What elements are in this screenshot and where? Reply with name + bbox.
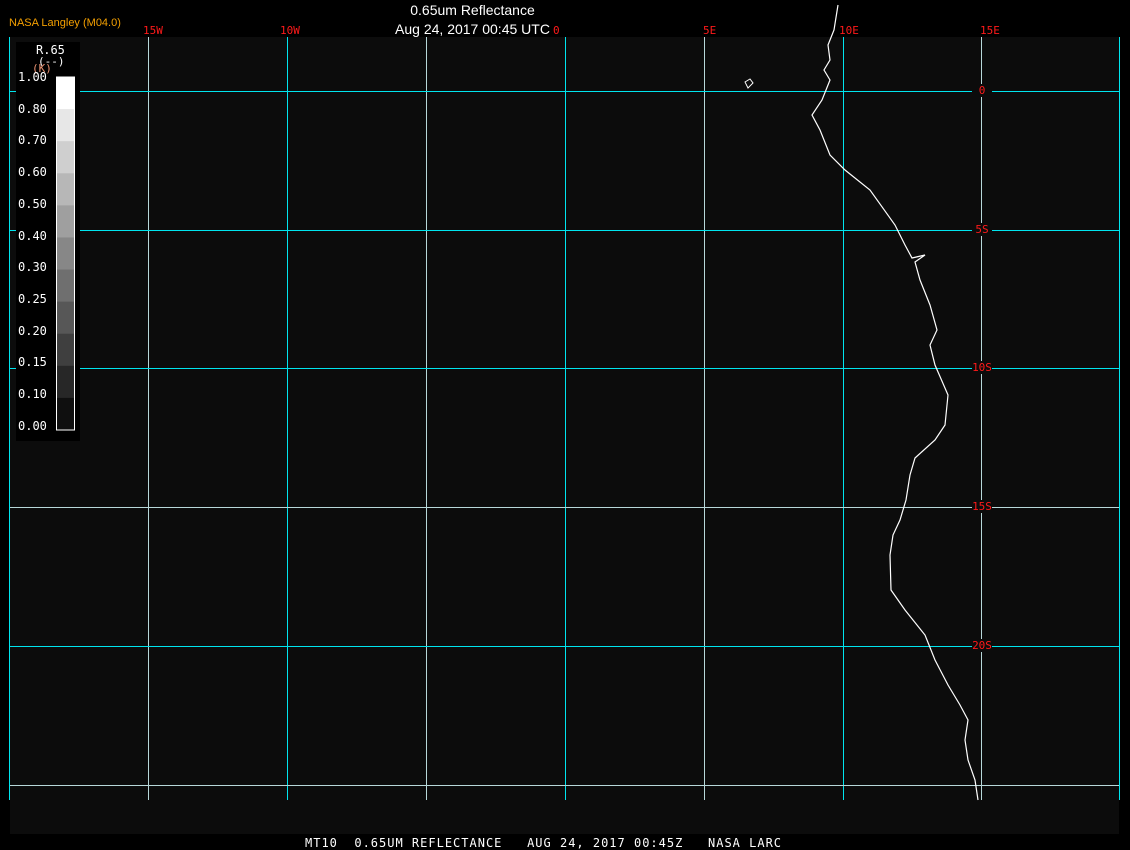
colorbar-tick-label: 0.80 bbox=[18, 101, 47, 116]
colorbar-tick-label: 0.00 bbox=[18, 418, 47, 433]
map-timestamp: Aug 24, 2017 00:45 UTC bbox=[395, 21, 550, 37]
colorbar-tick-label: 0.15 bbox=[18, 355, 47, 370]
brand-label: NASA Langley (M04.0) bbox=[9, 17, 121, 29]
latitude-label: 15S bbox=[972, 500, 992, 513]
longitude-label: 15E bbox=[980, 24, 1000, 37]
colorbar-swatch bbox=[56, 269, 75, 303]
longitude-label: 10W bbox=[280, 24, 300, 37]
colorbar-swatch bbox=[56, 365, 75, 399]
colorbar-swatch bbox=[56, 397, 75, 431]
map-background bbox=[10, 37, 1119, 834]
colorbar-tick-label: 0.60 bbox=[18, 165, 47, 180]
colorbar bbox=[56, 76, 75, 431]
footer-caption: MT10 0.65UM REFLECTANCE AUG 24, 2017 00:… bbox=[305, 836, 783, 850]
colorbar-swatch bbox=[56, 109, 75, 142]
colorbar-tick-label: 0.40 bbox=[18, 228, 47, 243]
colorbar-tick-label: 0.25 bbox=[18, 291, 47, 306]
latitude-label: 20S bbox=[972, 639, 992, 652]
colorbar-tick-label: 0.50 bbox=[18, 196, 47, 211]
colorbar-tick-label: 0.10 bbox=[18, 387, 47, 401]
colorbar-swatch bbox=[56, 205, 75, 238]
colorbar-tick-label: 0.20 bbox=[18, 323, 47, 338]
map-title: 0.65um Reflectance bbox=[410, 2, 535, 18]
colorbar-tick-label: 0.70 bbox=[18, 133, 47, 148]
colorbar-tick-label: 1.00 bbox=[18, 70, 47, 84]
colorbar-tick-label: 0.30 bbox=[18, 260, 47, 275]
colorbar-swatch bbox=[56, 77, 75, 110]
colorbar-swatch bbox=[56, 141, 75, 174]
longitude-label: 10E bbox=[839, 24, 859, 37]
latitude-label: 0 bbox=[972, 84, 992, 97]
colorbar-swatch bbox=[56, 173, 75, 206]
longitude-label: 15W bbox=[143, 24, 163, 37]
longitude-label: 5E bbox=[703, 24, 717, 37]
colorbar-swatch bbox=[56, 301, 75, 335]
colorbar-swatch bbox=[56, 333, 75, 367]
latitude-label: 10S bbox=[972, 361, 992, 374]
longitude-label: 0 bbox=[553, 24, 560, 37]
satellite-map bbox=[9, 4, 1120, 834]
latitude-label: 5S bbox=[972, 223, 992, 236]
colorbar-swatch bbox=[56, 237, 75, 271]
